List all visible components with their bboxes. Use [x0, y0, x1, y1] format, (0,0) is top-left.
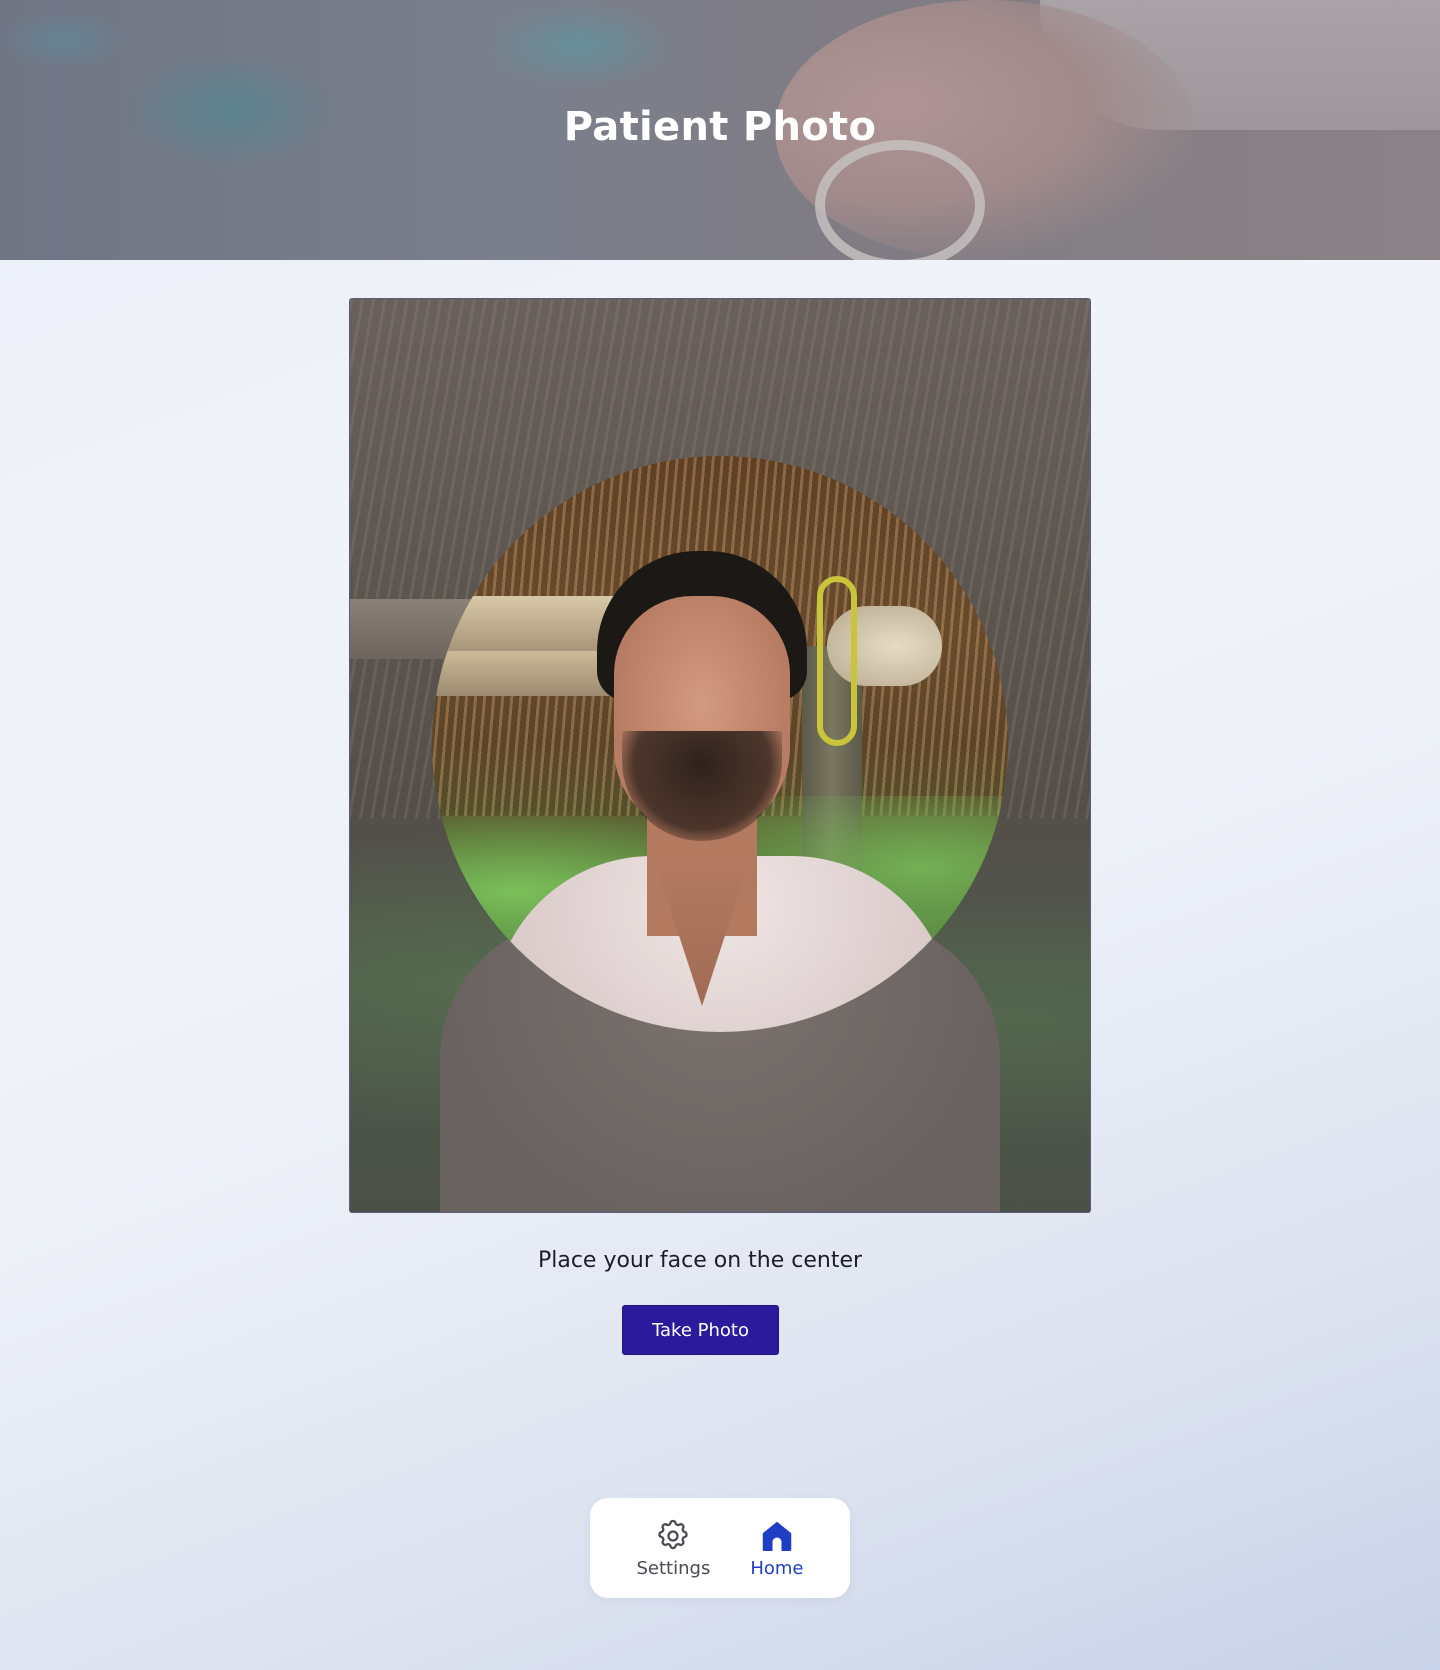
home-icon — [759, 1518, 795, 1554]
face-guide-circle — [432, 456, 1008, 1032]
page-title: Patient Photo — [563, 104, 877, 150]
header-banner: Patient Photo — [0, 0, 1440, 260]
camera-preview — [349, 298, 1091, 1213]
nav-item-settings[interactable]: Settings — [636, 1518, 711, 1579]
take-photo-button[interactable]: Take Photo — [622, 1305, 779, 1355]
stethoscope-graphic — [815, 140, 985, 260]
camera-instruction: Place your face on the center — [537, 1248, 863, 1273]
gear-icon — [655, 1518, 691, 1554]
header-background-blur — [480, 0, 680, 90]
photo-rope — [817, 576, 857, 746]
header-background-blur — [0, 10, 130, 70]
bottom-navigation: Settings Home — [590, 1498, 850, 1598]
nav-label-settings: Settings — [636, 1557, 711, 1579]
nav-item-home[interactable]: Home — [750, 1518, 803, 1579]
nav-label-home: Home — [750, 1557, 804, 1579]
